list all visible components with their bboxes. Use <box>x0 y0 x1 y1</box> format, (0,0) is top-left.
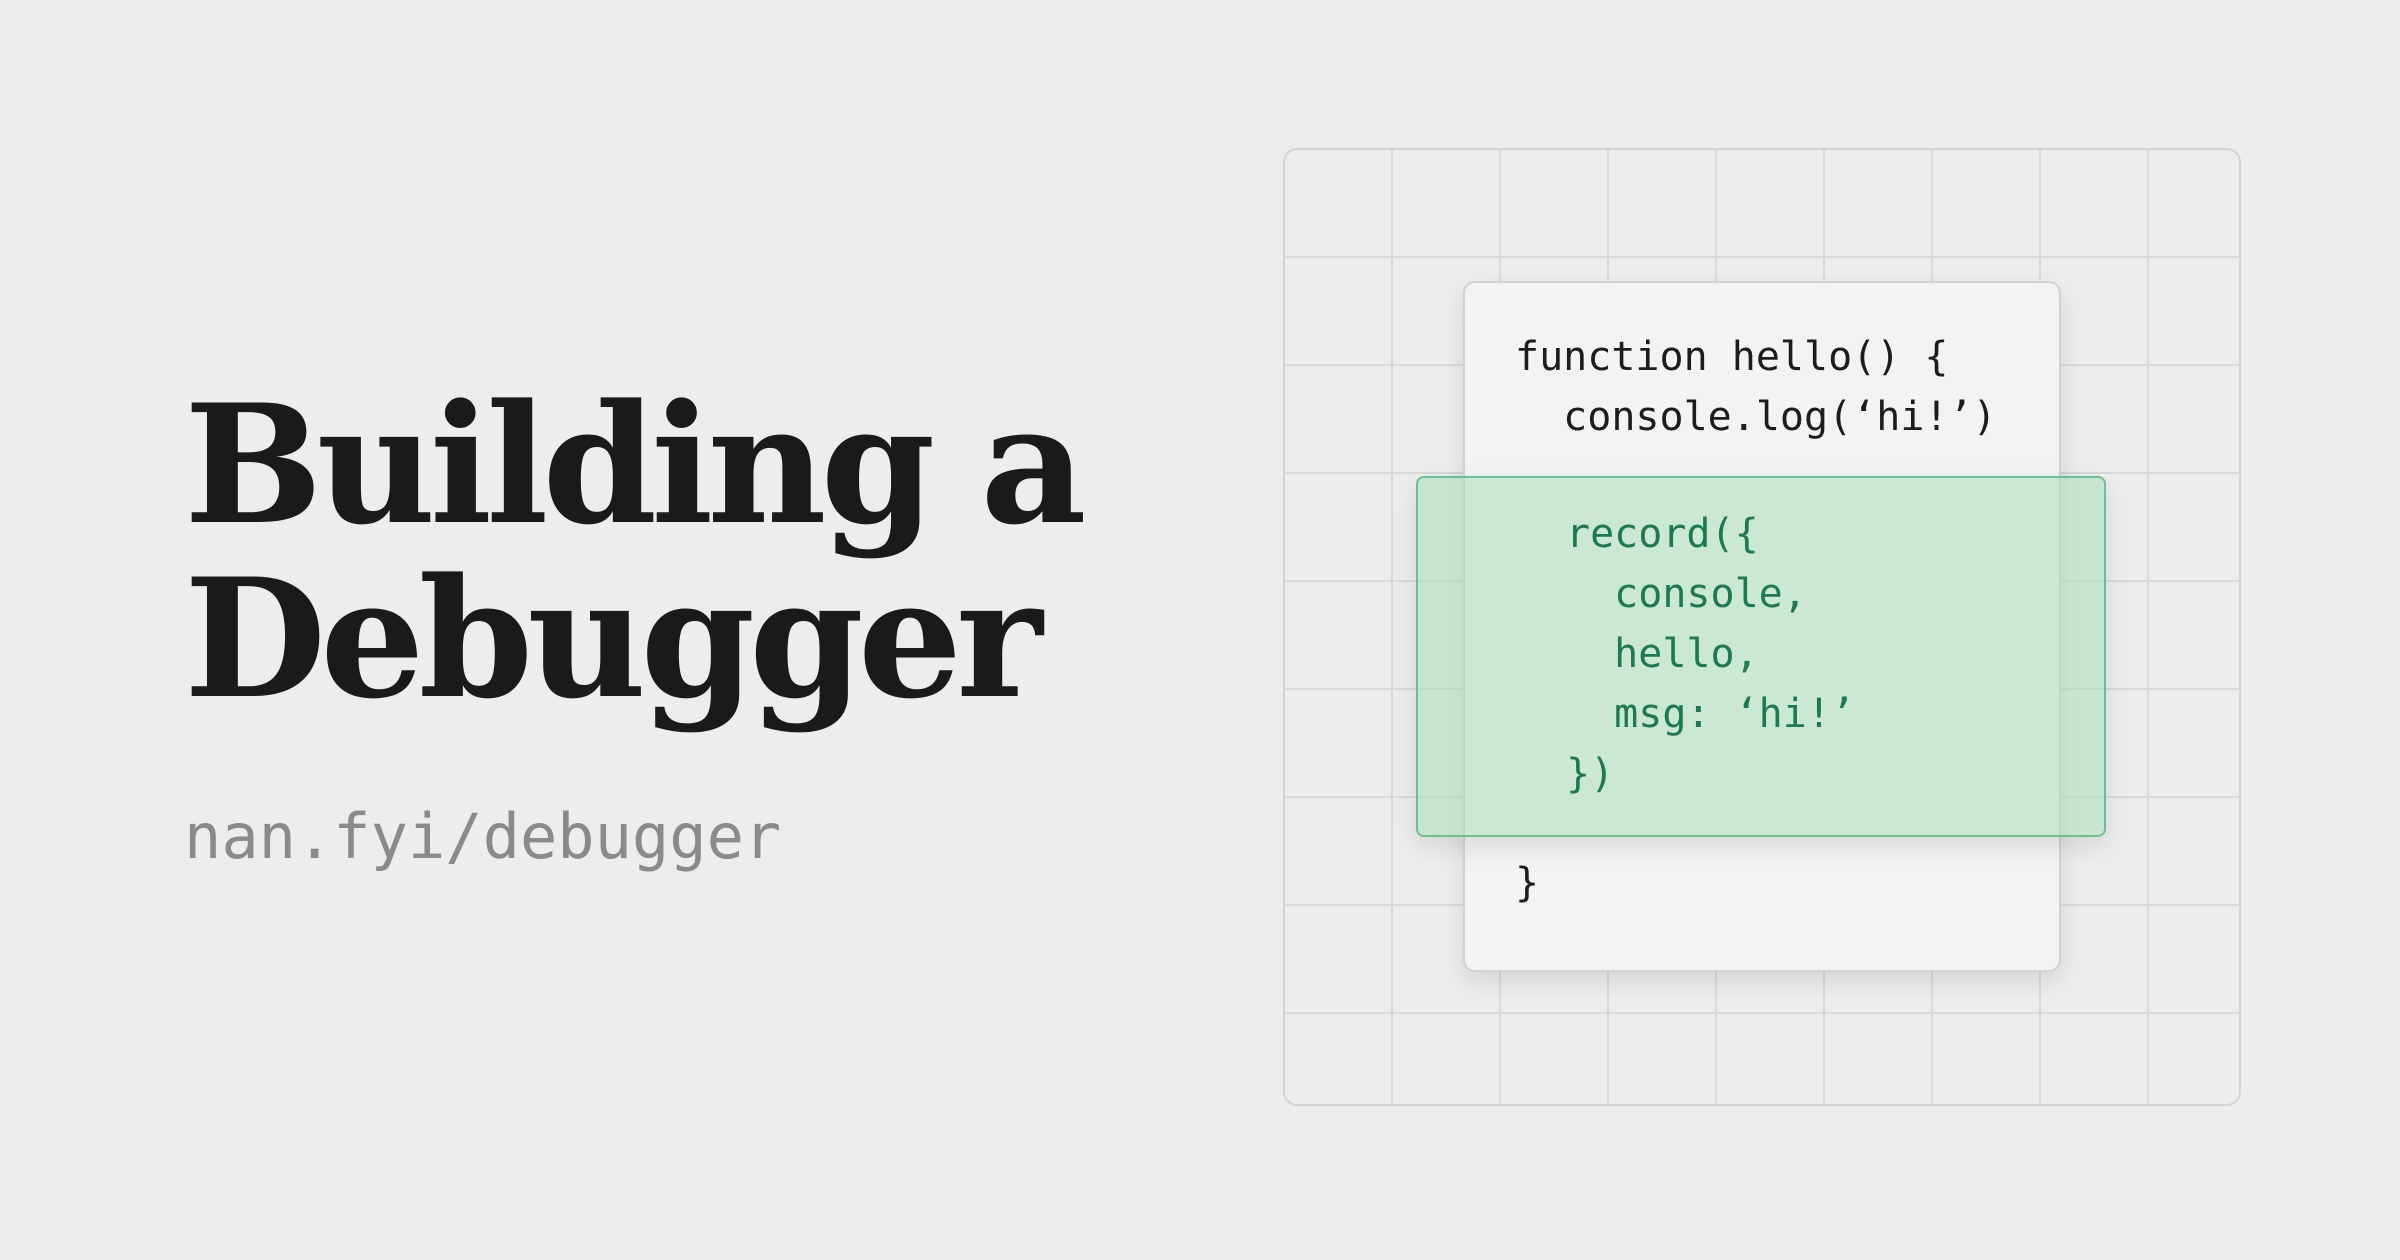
title-line-2: Debugger <box>184 542 1043 735</box>
code-function-header: function hello() { console.log(‘hi!’) <box>1515 334 1997 440</box>
article-url: nan.fyi/debugger <box>184 800 782 873</box>
highlighted-code-block: record({ console, hello, msg: ‘hi!’ }) <box>1416 476 2106 837</box>
code-record-call: record({ console, hello, msg: ‘hi!’ }) <box>1566 511 1855 797</box>
page-title: Building a Debugger <box>184 368 1087 735</box>
title-line-1: Building a <box>184 368 1087 561</box>
code-closing-brace: } <box>1515 860 1540 906</box>
